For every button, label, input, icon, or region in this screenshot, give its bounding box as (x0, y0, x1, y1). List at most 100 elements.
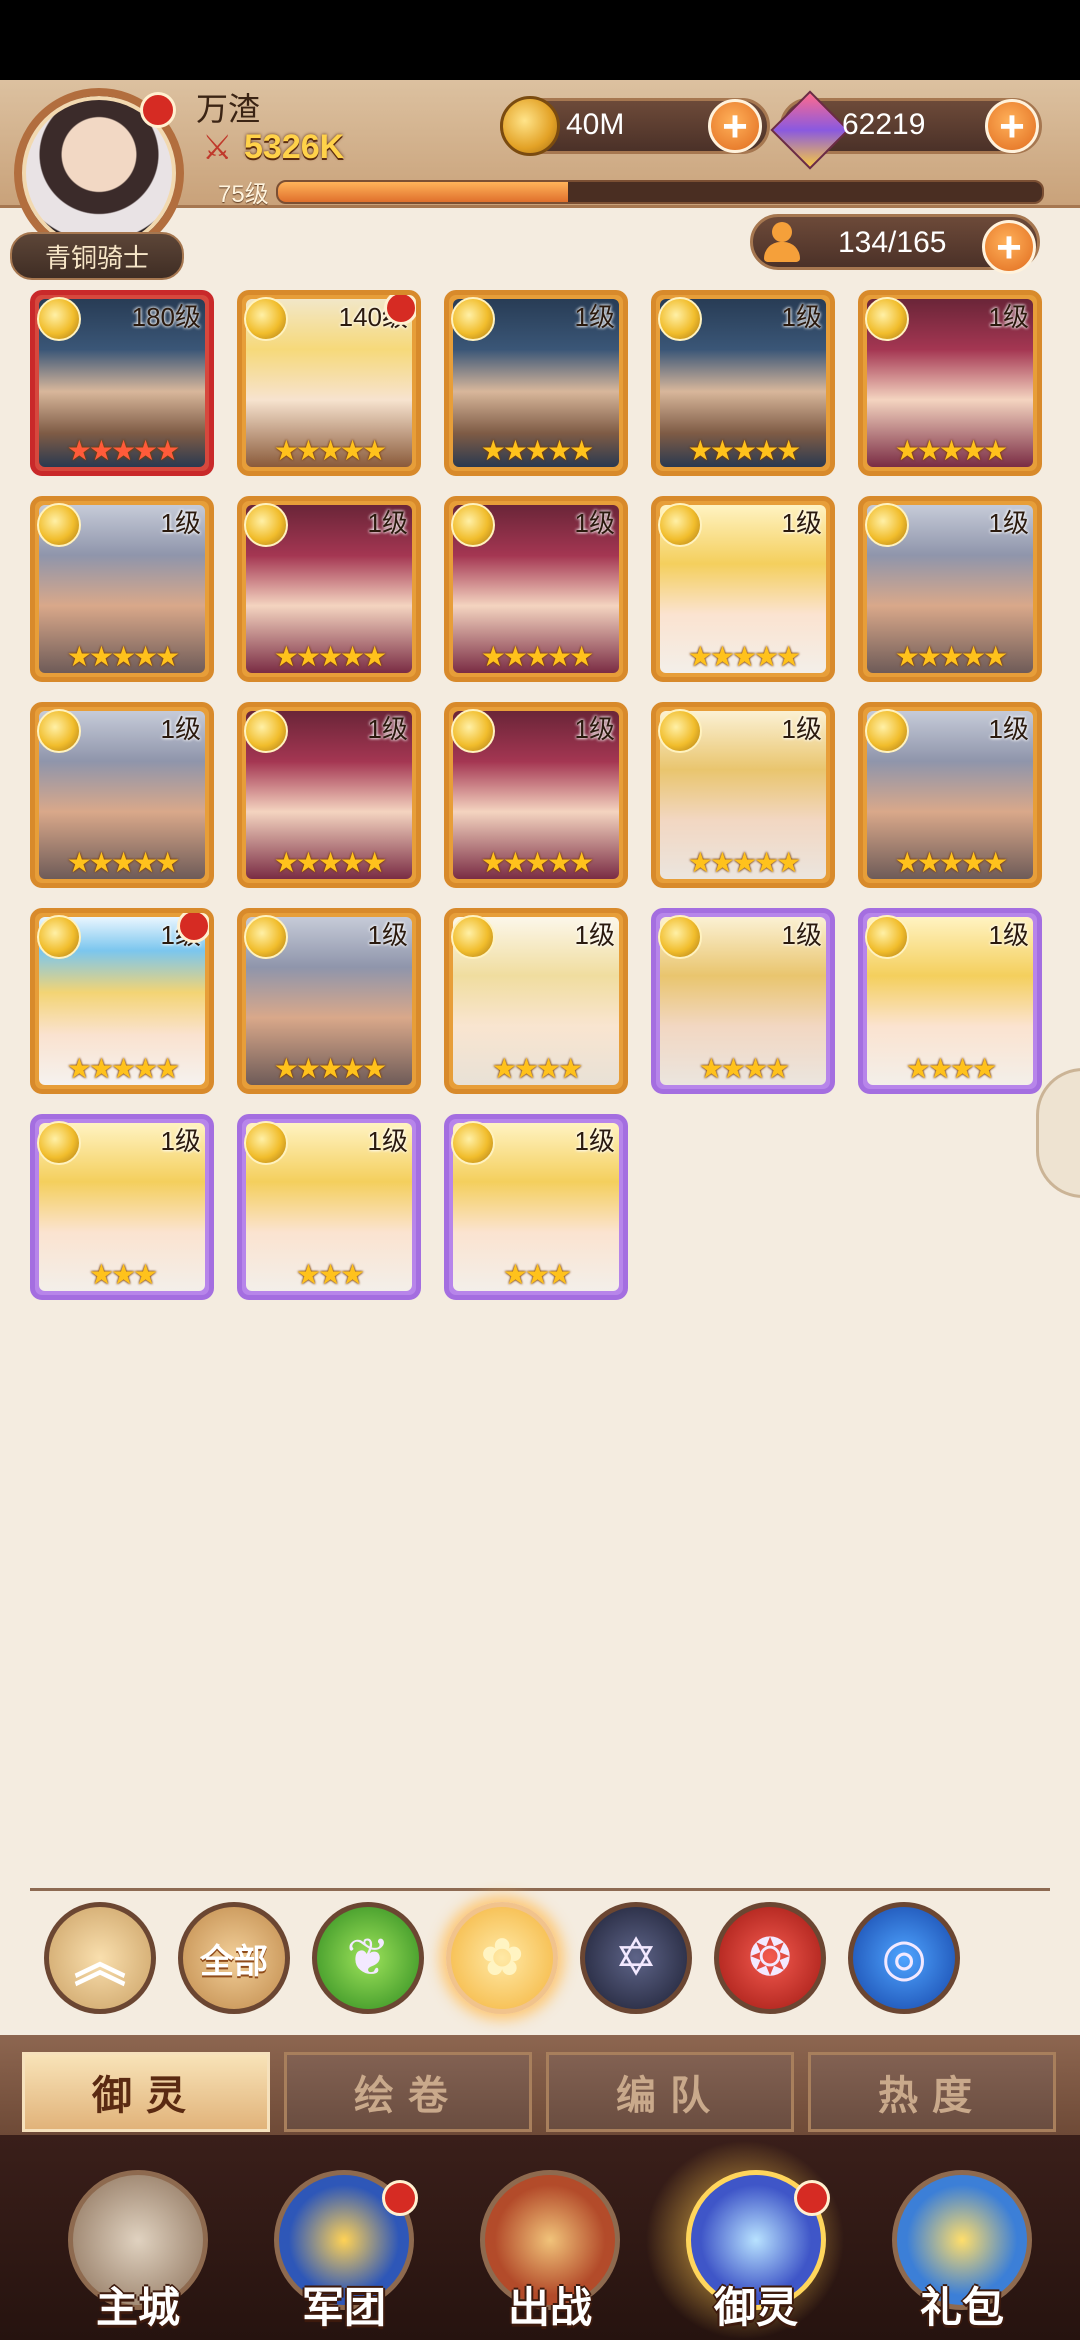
hero-stars: ★★★★★ (66, 847, 181, 878)
hero-stars: ★★★★★ (273, 435, 388, 466)
nav-label[interactable]: 礼包 (882, 2274, 1042, 2335)
hero-stars: ★★★★★ (687, 435, 802, 466)
tab-popularity[interactable]: 热度 (808, 2052, 1056, 2132)
hero-level: 1级 (574, 508, 615, 538)
rose-element-icon (37, 709, 81, 753)
add-capacity-button[interactable]: + (982, 220, 1036, 274)
hero-level: 1级 (574, 302, 615, 332)
hero-stars: ★★★★★ (66, 641, 181, 672)
hero-card[interactable]: 1级★★★★★ (444, 702, 628, 888)
filter-collapse-button[interactable]: ︽ (44, 1902, 156, 2014)
filter-water-button[interactable]: ◎ (848, 1902, 960, 2014)
hero-card[interactable]: 1级 ★★★★ (444, 908, 628, 1094)
hero-level: 1级 (781, 508, 822, 538)
nav-label[interactable]: 军团 (264, 2274, 424, 2335)
hero-level: 1级 (574, 1126, 615, 1156)
side-drawer-tab[interactable] (1036, 1068, 1080, 1198)
filter-all-button[interactable]: 全部 (178, 1902, 290, 2014)
filter-dark-button[interactable]: ✡ (580, 1902, 692, 2014)
gold-amount: 40M (566, 108, 625, 141)
rose-element-icon (244, 1121, 288, 1165)
tab-scrolls[interactable]: 绘卷 (284, 2052, 532, 2132)
notification-dot (382, 2180, 418, 2216)
hero-level: 1级 (781, 714, 822, 744)
hero-card[interactable]: 1级 ★★★★★ (30, 702, 214, 888)
rose-element-icon (37, 503, 81, 547)
double-chevron-up-icon: ︽ (73, 1934, 126, 1993)
hero-card[interactable]: 1级★★★★★ (237, 702, 421, 888)
hero-level: 1级 (367, 1126, 408, 1156)
hero-card[interactable]: 1级★★★★★ (237, 496, 421, 682)
hero-card[interactable]: 1级★★★★★ (444, 290, 628, 476)
nav-label[interactable]: 主城 (58, 2274, 218, 2335)
nav-label[interactable]: 御灵 (676, 2274, 836, 2335)
rose-element-icon (451, 503, 495, 547)
hero-stars: ★★★★★ (273, 641, 388, 672)
gem-amount: 62219 (842, 108, 926, 141)
hero-level: 1级 (160, 714, 201, 744)
rose-element-icon (37, 1121, 81, 1165)
rank-badge: 青铜骑士 (10, 232, 184, 280)
hero-level: 1级 (160, 508, 201, 538)
rose-element-icon (244, 503, 288, 547)
power-value: 5326K (244, 128, 345, 166)
hero-stars: ★★★★★ (687, 847, 802, 878)
hero-stars: ★★★ (502, 1259, 572, 1290)
hero-card[interactable]: 1级★★★★★ (651, 496, 835, 682)
rose-element-icon (451, 709, 495, 753)
hero-stars: ★★★ (295, 1259, 365, 1290)
hero-level: 1级 (367, 920, 408, 950)
hero-card[interactable]: 1级★★★★★ (858, 496, 1042, 682)
hero-level: 1级 (781, 920, 822, 950)
filter-fire-button[interactable]: ❂ (714, 1902, 826, 2014)
hero-capacity: 134/165 (838, 226, 947, 259)
hero-card[interactable]: 1级★★★★★ (858, 702, 1042, 888)
filter-nature-button[interactable]: ❦ (312, 1902, 424, 2014)
hero-card[interactable]: 1级 ★★★ (237, 1114, 421, 1300)
hero-card[interactable]: 140级 ★★★★★ (237, 290, 421, 476)
rose-element-icon (658, 915, 702, 959)
hero-stars: ★★★★★ (480, 641, 595, 672)
hero-stars: ★★★★★ (273, 1053, 388, 1084)
add-gold-button[interactable]: + (708, 99, 762, 153)
tab-spirits[interactable]: 御灵 (22, 2052, 270, 2132)
hero-card[interactable]: 1级 ★★★★★ (651, 290, 835, 476)
rose-element-icon (865, 503, 909, 547)
hero-card[interactable]: 1级 ★★★★ (858, 908, 1042, 1094)
hero-card[interactable]: 1级 ★★★★ (651, 908, 835, 1094)
hero-card[interactable]: 1级 ★★★ (444, 1114, 628, 1300)
rose-element-icon (865, 915, 909, 959)
rose-element-icon (451, 297, 495, 341)
hero-level: 1级 (988, 920, 1029, 950)
rose-element-icon (865, 297, 909, 341)
hero-card[interactable]: 1级 ★★★★★ (858, 290, 1042, 476)
player-name: 万渣 (196, 91, 261, 127)
hero-card[interactable]: 180级 ★★★★★ (30, 290, 214, 476)
hero-stars: ★★★★★ (894, 435, 1009, 466)
rose-element-icon (658, 709, 702, 753)
hero-level: 1级 (160, 1126, 201, 1156)
rose-icon: ✿ (480, 1929, 524, 1987)
hero-card[interactable]: 1级 ★★★★★ (651, 702, 835, 888)
hero-card[interactable]: 1级 ★★★★★ (237, 908, 421, 1094)
gold-coin-icon (500, 96, 560, 156)
hero-card[interactable]: 1级 ★★★ (30, 1114, 214, 1300)
nav-label[interactable]: 出战 (470, 2274, 630, 2335)
tab-formation[interactable]: 编队 (546, 2052, 794, 2132)
hero-level: 1级 (574, 714, 615, 744)
notification-dot (177, 913, 209, 943)
hero-level: 180级 (131, 302, 201, 332)
status-bar (0, 0, 1080, 80)
rose-element-icon (244, 709, 288, 753)
hero-card[interactable]: 1级 ★★★★★ (30, 496, 214, 682)
rose-element-icon (865, 709, 909, 753)
hero-level: 1级 (781, 302, 822, 332)
hero-card[interactable]: 1级 ★★★★★ (444, 496, 628, 682)
filter-light-button[interactable]: ✿ (446, 1902, 558, 2014)
filter-divider (30, 1888, 1050, 1891)
hero-level: 1级 (988, 714, 1029, 744)
hero-card[interactable]: 1级★★★★★ (30, 908, 214, 1094)
hero-level: 1级 (988, 302, 1029, 332)
add-gem-button[interactable]: + (985, 99, 1039, 153)
hero-stars: ★★★★★ (66, 1053, 181, 1084)
